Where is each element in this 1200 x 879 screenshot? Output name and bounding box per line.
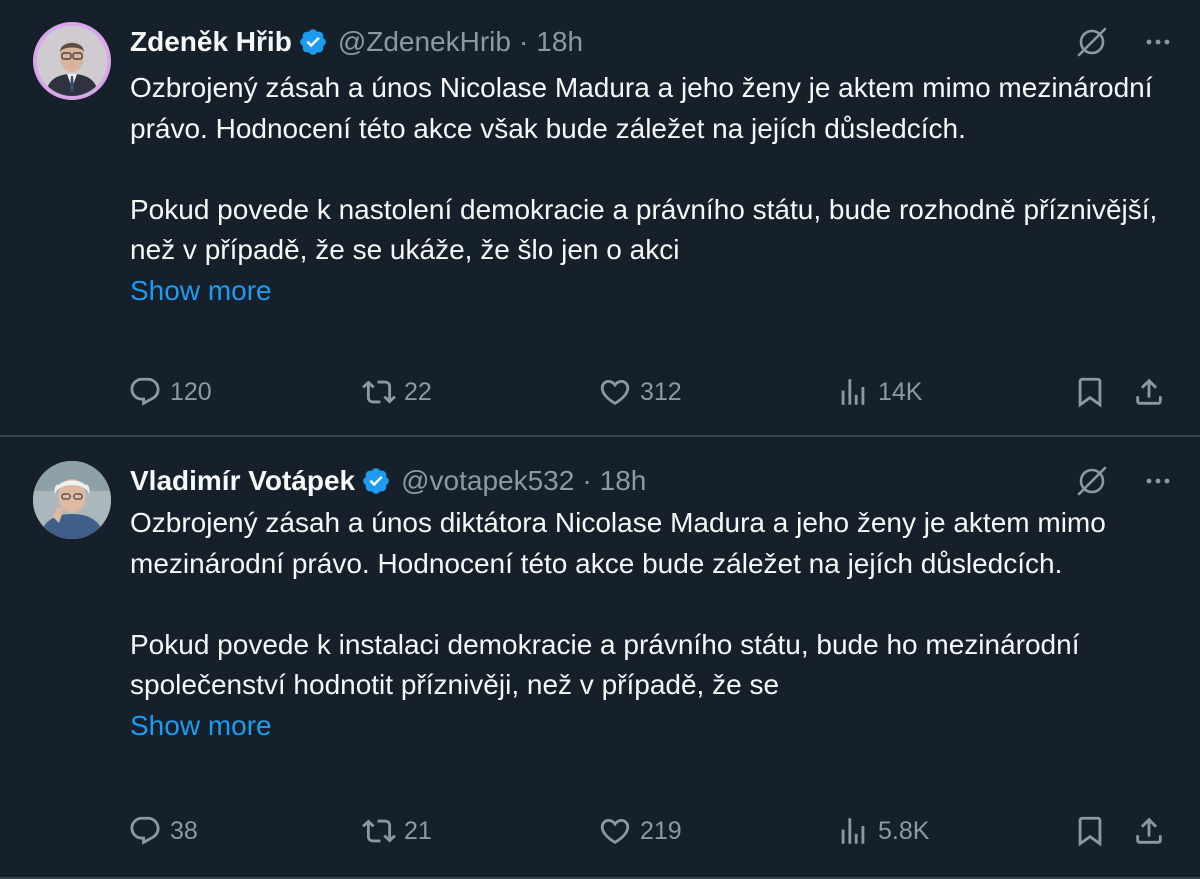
tweet-header: Zdeněk Hřib @ZdenekHrib · 18h <box>130 22 583 62</box>
author-handle[interactable]: @ZdenekHrib <box>338 26 511 58</box>
bookmark-button[interactable] <box>1073 809 1107 853</box>
like-count: 312 <box>640 377 682 406</box>
tweet-actions: 120 22 312 14K <box>128 370 1172 414</box>
tweet-actions: 38 21 219 5.8K <box>128 809 1172 853</box>
retweet-button[interactable]: 21 <box>362 809 432 853</box>
tweet[interactable]: Vladimír Votápek @votapek532 · 18h Ozbro… <box>0 437 1200 879</box>
views-count: 14K <box>878 377 923 406</box>
more-icon[interactable] <box>1144 467 1172 495</box>
share-icon <box>1136 378 1162 405</box>
reply-count: 38 <box>170 816 198 845</box>
tweet-paragraph: Ozbrojený zásah a únos diktátora Nicolas… <box>130 507 1106 579</box>
tweet-paragraph: Pokud povede k instalaci demokracie a pr… <box>130 628 1080 701</box>
avatar-photo <box>33 461 111 539</box>
like-icon <box>600 818 630 844</box>
views-button[interactable]: 5.8K <box>836 809 929 853</box>
share-button[interactable] <box>1132 370 1166 414</box>
like-icon <box>600 379 630 405</box>
timestamp[interactable]: 18h <box>600 465 647 497</box>
separator-dot: · <box>582 465 592 496</box>
separator-dot: · <box>518 26 529 57</box>
share-button[interactable] <box>1132 809 1166 853</box>
author-name[interactable]: Zdeněk Hřib <box>130 26 292 58</box>
bookmark-icon <box>1078 377 1102 408</box>
show-more-link[interactable]: Show more <box>130 271 1170 312</box>
retweet-count: 21 <box>404 816 432 845</box>
tweet-paragraph: Ozbrojený zásah a únos Nicolase Madura a… <box>130 72 1153 144</box>
tweet-text: Ozbrojený zásah a únos Nicolase Madura a… <box>130 68 1170 311</box>
retweet-button[interactable]: 22 <box>362 370 432 414</box>
timestamp[interactable]: 18h <box>536 26 583 58</box>
show-more-link[interactable]: Show more <box>130 706 1170 747</box>
author-handle[interactable]: @votapek532 <box>401 465 574 497</box>
avatar-photo <box>37 26 107 96</box>
retweet-icon <box>362 380 396 404</box>
verified-badge-icon <box>300 29 326 55</box>
like-button[interactable]: 219 <box>598 809 682 853</box>
views-count: 5.8K <box>878 816 930 845</box>
grok-icon[interactable] <box>1074 24 1110 60</box>
like-count: 219 <box>640 816 682 845</box>
tweet-header: Vladimír Votápek @votapek532 · 18h <box>130 461 646 501</box>
reply-button[interactable]: 120 <box>128 370 212 414</box>
tweet[interactable]: Zdeněk Hřib @ZdenekHrib · 18h Ozbrojený … <box>0 0 1200 437</box>
avatar[interactable] <box>33 461 111 539</box>
reply-icon <box>130 816 160 845</box>
grok-icon[interactable] <box>1074 463 1110 499</box>
verified-badge-icon <box>363 468 389 494</box>
like-button[interactable]: 312 <box>598 370 682 414</box>
tweet-top-actions <box>1074 22 1172 62</box>
more-icon[interactable] <box>1144 28 1172 56</box>
views-button[interactable]: 14K <box>836 370 922 414</box>
retweet-icon <box>362 819 396 843</box>
author-name[interactable]: Vladimír Votápek <box>130 465 355 497</box>
views-icon <box>841 818 865 844</box>
views-icon <box>841 379 865 405</box>
tweet-paragraph: Pokud povede k nastolení demokracie a pr… <box>130 193 1158 266</box>
reply-button[interactable]: 38 <box>128 809 198 853</box>
bookmark-button[interactable] <box>1073 370 1107 414</box>
reply-icon <box>130 377 160 406</box>
bookmark-icon <box>1078 816 1102 847</box>
avatar[interactable] <box>33 22 111 100</box>
share-icon <box>1136 817 1162 844</box>
retweet-count: 22 <box>404 377 432 406</box>
tweet-top-actions <box>1074 461 1172 501</box>
reply-count: 120 <box>170 377 212 406</box>
tweet-text: Ozbrojený zásah a únos diktátora Nicolas… <box>130 503 1170 746</box>
